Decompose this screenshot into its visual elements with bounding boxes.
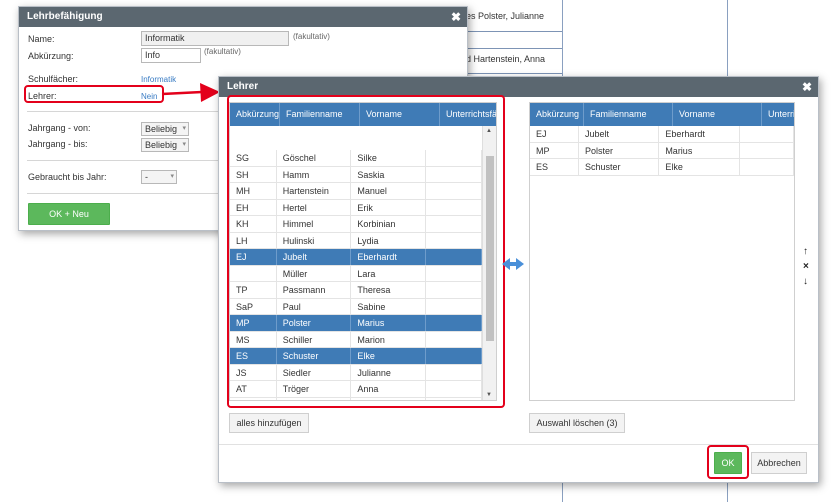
remove-icon[interactable]: × [803, 261, 809, 272]
column-header-1[interactable]: Familienname [584, 103, 673, 126]
table-cell: Eberhardt [659, 126, 740, 142]
background-text: es Polster, Julianne [466, 11, 545, 21]
chevron-down-icon: ▾ [182, 141, 186, 148]
table-cell: Jubelt [579, 126, 660, 142]
table-row[interactable]: EJ Jubelt Eberhardt [530, 126, 794, 143]
column-header-0[interactable]: Abkürzung [530, 103, 584, 126]
table-cell [740, 159, 794, 175]
move-up-icon[interactable]: ↑ [803, 246, 808, 257]
close-icon[interactable]: ✖ [451, 7, 461, 27]
grid-header: AbkürzungFamiliennameVornameUnterrichtsf… [530, 103, 794, 126]
table-cell: EJ [530, 126, 580, 142]
arrow-icon [161, 83, 220, 102]
divider [27, 160, 232, 161]
abbreviation-field[interactable]: Info [141, 48, 201, 63]
transfer-icon[interactable] [502, 257, 524, 271]
cancel-button[interactable]: Abbrechen [751, 452, 807, 474]
divider [27, 193, 232, 194]
table-cell [740, 126, 794, 142]
add-all-button[interactable]: alles hinzufügen [229, 413, 309, 433]
close-icon[interactable]: ✖ [802, 77, 812, 97]
chevron-down-icon: ▾ [182, 125, 186, 132]
year-to-select[interactable]: Beliebig ▾ [141, 138, 189, 152]
abbreviation-label: Abkürzung: [28, 51, 74, 61]
table-cell: Polster [579, 142, 660, 159]
dialog-titlebar: Lehrer ✖ [219, 77, 818, 97]
background-line [466, 31, 562, 32]
abbreviation-hint: (fakultativ) [204, 47, 241, 56]
subjects-label: Schulfächer: [28, 74, 79, 84]
divider [27, 111, 232, 112]
year-from-label: Jahrgang - von: [28, 123, 91, 133]
column-header-3[interactable]: Unterrichtsfächer [762, 103, 794, 126]
annotation-highlight [707, 445, 749, 479]
chevron-down-icon: ▾ [170, 173, 174, 180]
dialog-title: Lehrbefähigung [27, 11, 103, 22]
dialog-titlebar: Lehrbefähigung ✖ [19, 7, 467, 27]
background-line [466, 48, 562, 49]
annotation-highlight [227, 95, 505, 408]
background-line [466, 73, 562, 74]
table-row[interactable]: ES Schuster Elke [530, 159, 794, 176]
year-to-label: Jahrgang - bis: [28, 139, 88, 149]
name-label: Name: [28, 34, 55, 44]
annotation-highlight [24, 85, 164, 103]
table-cell: MP [530, 142, 580, 159]
table-cell: Elke [659, 159, 740, 175]
table-cell: ES [530, 159, 580, 175]
used-until-value: - [145, 172, 148, 182]
table-cell: Marius [659, 142, 740, 159]
lehrer-dialog: Lehrer ✖ Abkürzung Familienname Vorname Unt… [218, 76, 819, 483]
ok-new-button[interactable]: OK + Neu [28, 203, 110, 225]
clear-selection-button[interactable]: Auswahl löschen (3) [529, 413, 625, 433]
selected-teachers-grid: AbkürzungFamiliennameVornameUnterrichtsf… [529, 102, 795, 401]
table-row[interactable]: MP Polster Marius [530, 142, 794, 159]
name-field[interactable]: Informatik [141, 31, 289, 46]
year-to-value: Beliebig [145, 140, 178, 150]
table-cell: Schuster [579, 159, 660, 175]
dialog-title: Lehrer [227, 81, 259, 92]
used-until-label: Gebraucht bis Jahr: [28, 172, 107, 182]
grid-body: EJ Jubelt Eberhardt MP Polster Marius ES Schust… [530, 126, 794, 400]
name-hint: (fakultativ) [293, 32, 330, 41]
used-until-select[interactable]: - ▾ [141, 170, 177, 184]
background-text: d Hartenstein, Anna [466, 54, 546, 64]
table-cell [740, 142, 794, 159]
move-down-icon[interactable]: ↓ [803, 276, 808, 287]
year-from-select[interactable]: Beliebig ▾ [141, 122, 189, 136]
column-header-2[interactable]: Vorname [673, 103, 762, 126]
year-from-value: Beliebig [145, 124, 178, 134]
